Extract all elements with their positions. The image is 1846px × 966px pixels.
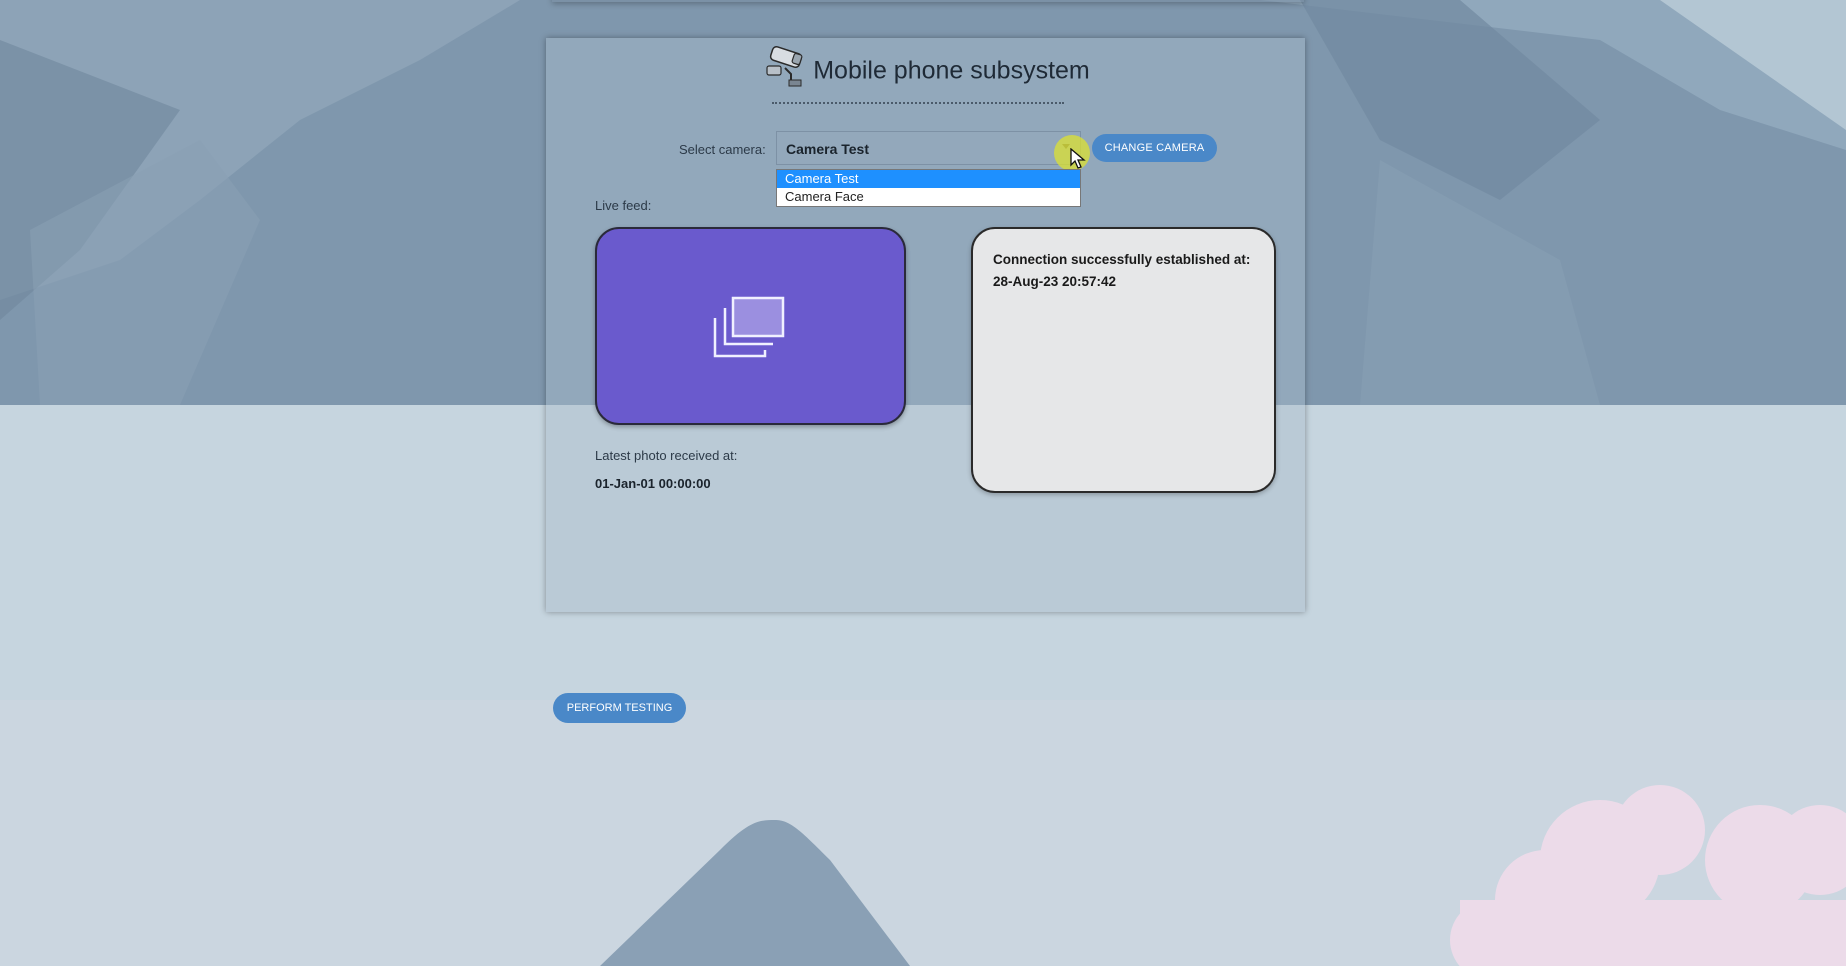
dropdown-option-camera-test[interactable]: Camera Test [777, 170, 1080, 188]
image-gallery-icon [713, 296, 785, 358]
title-divider [772, 102, 1064, 104]
live-feed-view [595, 227, 906, 425]
latest-photo-timestamp: 01-Jan-01 00:00:00 [595, 476, 711, 491]
panel-title-text: Mobile phone subsystem [813, 56, 1090, 85]
panel-title: Mobile phone subsystem [546, 45, 1305, 94]
camera-select[interactable]: Camera Test [776, 131, 1081, 165]
event-report-box: Connection successfully established at: … [971, 227, 1276, 493]
mobile-subsystem-panel: Mobile phone subsystem Select camera: Ca… [546, 38, 1305, 612]
event-message-line1: Connection successfully established at: [993, 252, 1251, 267]
select-camera-label: Select camera: [679, 142, 766, 157]
live-feed-label: Live feed: [595, 198, 652, 213]
security-camera-icon [761, 44, 809, 90]
page-background: Mobile phone subsystem Select camera: Ca… [0, 0, 1846, 966]
previous-panel-edge [552, 0, 1304, 2]
latest-photo-label: Latest photo received at: [595, 448, 738, 463]
event-message: Connection successfully established at: … [993, 249, 1250, 293]
camera-select-value: Camera Test [786, 141, 870, 157]
dropdown-option-camera-face[interactable]: Camera Face [777, 188, 1080, 206]
camera-dropdown-list: Camera Test Camera Face [776, 169, 1081, 207]
change-camera-button[interactable]: CHANGE CAMERA [1092, 134, 1217, 162]
mouse-pointer-icon [1070, 148, 1086, 169]
event-message-line2: 28-Aug-23 20:57:42 [993, 274, 1117, 289]
perform-testing-button[interactable]: PERFORM TESTING [553, 693, 686, 723]
